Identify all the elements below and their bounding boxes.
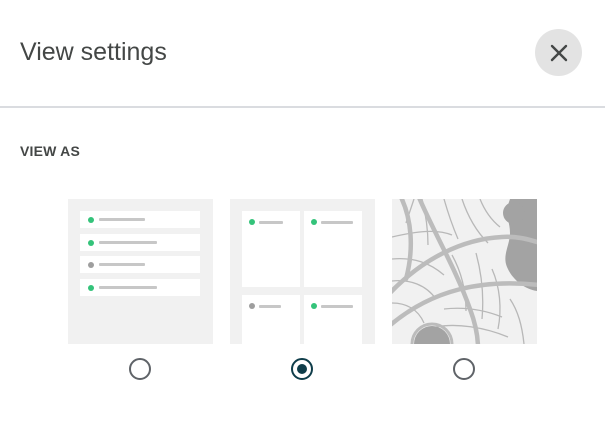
grid-card (242, 295, 300, 344)
close-button[interactable] (535, 29, 582, 76)
status-dot (311, 219, 317, 225)
close-icon (550, 44, 567, 61)
placeholder-line (259, 220, 283, 224)
list-item (80, 211, 200, 228)
placeholder-line (99, 263, 145, 266)
placeholder-line (259, 304, 281, 308)
map-illustration (392, 199, 537, 344)
view-as-label: VIEW AS (20, 143, 80, 159)
map-view-radio[interactable] (453, 358, 475, 380)
grid-card (242, 211, 300, 287)
grid-card (304, 295, 362, 344)
radio-checked-indicator (297, 364, 307, 374)
placeholder-line (321, 304, 353, 308)
status-dot (249, 303, 255, 309)
dialog-title: View settings (20, 38, 167, 66)
map-view-thumbnail[interactable] (392, 199, 537, 344)
status-dot (311, 303, 317, 309)
status-dot (249, 219, 255, 225)
list-item (80, 234, 200, 251)
grid-view-radio[interactable] (291, 358, 313, 380)
list-item (80, 279, 200, 296)
grid-view-thumbnail[interactable] (230, 199, 375, 344)
dialog-header: View settings (0, 0, 605, 108)
status-dot (88, 216, 94, 223)
placeholder-line (99, 218, 145, 221)
list-view-radio[interactable] (129, 358, 151, 380)
list-view-thumbnail[interactable] (68, 199, 213, 344)
status-dot (88, 261, 94, 268)
list-item (80, 256, 200, 273)
grid-card (304, 211, 362, 287)
placeholder-line (321, 220, 353, 224)
status-dot (88, 239, 94, 246)
status-dot (88, 284, 94, 291)
placeholder-line (99, 286, 157, 289)
placeholder-line (99, 241, 157, 244)
